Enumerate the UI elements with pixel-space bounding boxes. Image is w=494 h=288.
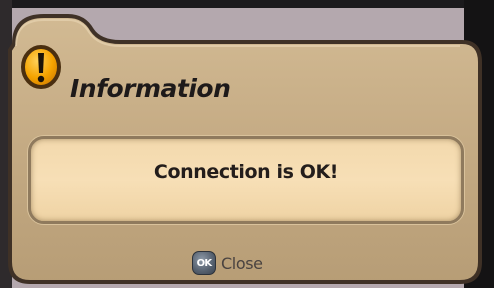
ok-button-icon: OK — [192, 251, 216, 275]
dialog-title: Information — [70, 74, 231, 103]
message-box: Connection is OK! — [28, 136, 464, 224]
close-label: Close — [221, 253, 263, 273]
message-text: Connection is OK! — [153, 161, 339, 183]
exclamation-icon — [21, 45, 61, 89]
information-dialog: Information Connection is OK! OK Close — [0, 10, 484, 286]
background-top — [0, 0, 494, 8]
close-button[interactable]: OK Close — [192, 250, 263, 276]
